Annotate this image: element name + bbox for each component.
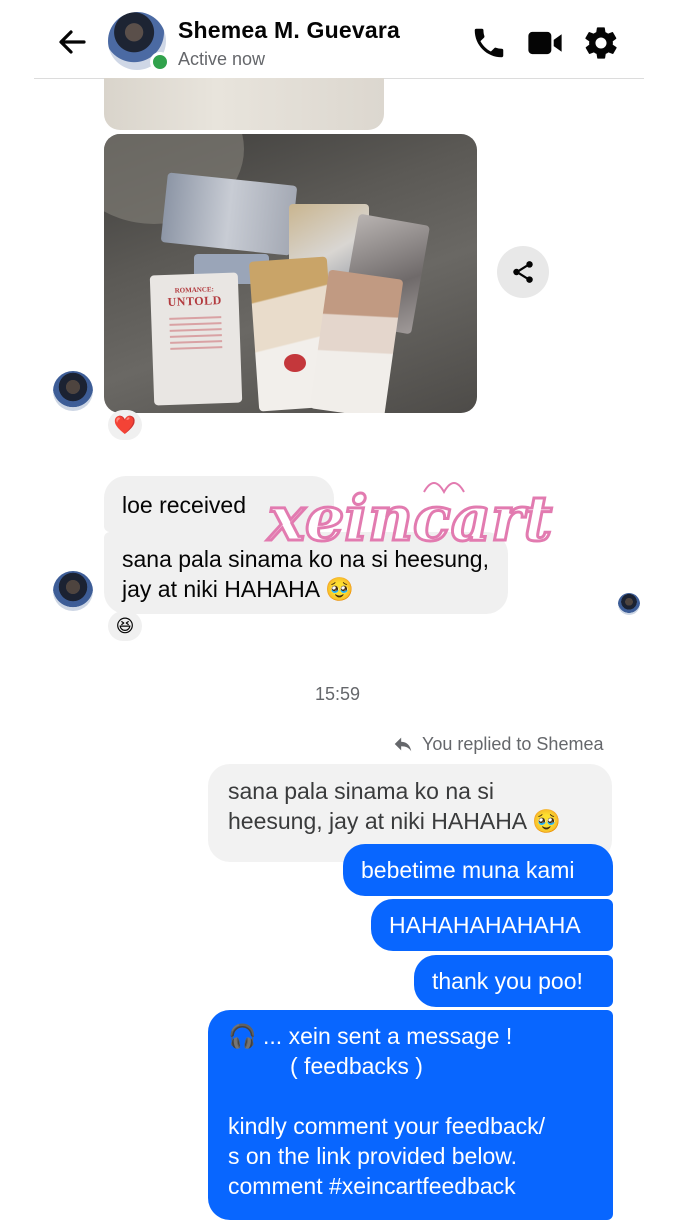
- sender-avatar[interactable]: [53, 371, 93, 411]
- message-text: ( feedbacks ): [290, 1053, 423, 1079]
- message-text: HAHAHAHAHAHA: [389, 912, 581, 938]
- message-text: kindly comment your feedback/: [228, 1113, 546, 1139]
- replied-label: You replied to Shemea: [422, 733, 604, 754]
- contact-status: Active now: [178, 49, 266, 69]
- laugh-reaction[interactable]: 😆: [108, 611, 142, 641]
- outgoing-message[interactable]: HAHAHAHAHAHA: [371, 899, 613, 951]
- seen-indicator-avatar: [618, 593, 640, 615]
- message-text: 🎧 ... xein sent a message !: [228, 1023, 513, 1049]
- message-text: loe received: [122, 492, 247, 518]
- message-timestamp: 15:59: [314, 684, 361, 704]
- message-text: comment #xeincartfeedback: [228, 1173, 516, 1199]
- heart-reaction[interactable]: ❤️: [108, 410, 142, 440]
- gear-icon[interactable]: [582, 24, 620, 62]
- chat-header: Shemea M. Guevara Active now: [0, 0, 675, 80]
- photo-attachment-partial[interactable]: [104, 78, 384, 130]
- online-indicator: [150, 52, 170, 72]
- message-text: bebetime muna kami: [361, 857, 575, 883]
- share-button[interactable]: [497, 246, 549, 298]
- watermark-text: xeincart: [266, 482, 553, 555]
- photo-attachment[interactable]: ROMANCE: UNTOLD: [104, 134, 477, 413]
- sender-avatar[interactable]: [53, 571, 93, 611]
- outgoing-message[interactable]: bebetime muna kami: [343, 844, 613, 896]
- xeincart-watermark: xeincart: [265, 481, 555, 557]
- outgoing-message[interactable]: thank you poo!: [414, 955, 613, 1007]
- quoted-text: sana pala sinama ko na si heesung, jay a…: [228, 778, 561, 834]
- reply-indicator: You replied to Shemea: [392, 733, 603, 755]
- contact-name[interactable]: Shemea M. Guevara: [178, 17, 400, 44]
- share-icon: [513, 261, 533, 283]
- outgoing-message[interactable]: 🎧 ... xein sent a message ! ( feedbacks …: [208, 1010, 613, 1220]
- album-title: ROMANCE: UNTOLD: [167, 285, 222, 309]
- phone-icon[interactable]: [470, 24, 508, 62]
- message-text: s on the link provided below.: [228, 1143, 517, 1169]
- reply-arrow-icon: [394, 737, 412, 752]
- video-camera-icon[interactable]: [526, 24, 564, 62]
- message-text: thank you poo!: [432, 968, 583, 994]
- back-arrow-icon[interactable]: [54, 24, 90, 60]
